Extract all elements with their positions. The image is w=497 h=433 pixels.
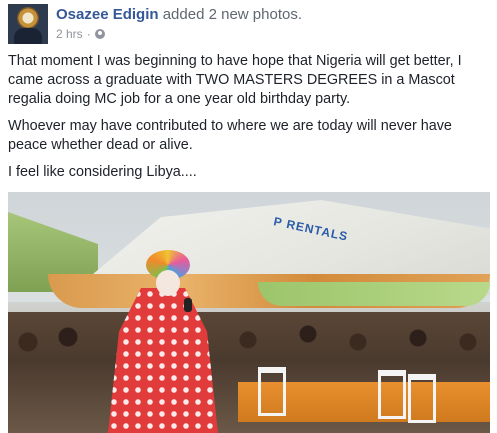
photo-chair (408, 374, 436, 423)
author-name-link[interactable]: Osazee Edigin (56, 6, 159, 23)
photo-chair (258, 367, 286, 416)
avatar[interactable] (8, 4, 48, 44)
meta-separator: · (86, 27, 91, 41)
post-title-line: Osazee Edigin added 2 new photos. (56, 6, 302, 23)
photo-chair (378, 370, 406, 419)
post-header: Osazee Edigin added 2 new photos. 2 hrs … (8, 4, 489, 44)
photo-clown-costume (108, 288, 218, 433)
post-action: added 2 new photos. (163, 6, 302, 23)
avatar-seal (17, 7, 39, 29)
timestamp-link[interactable]: 2 hrs (56, 27, 83, 41)
post-photo[interactable]: P RENTALS (8, 192, 490, 433)
post-paragraph-1: That moment I was beginning to have hope… (8, 53, 462, 107)
action-text[interactable]: added 2 new photos. (163, 6, 302, 23)
post-paragraph-2: Whoever may have contributed to where we… (8, 118, 452, 153)
post-meta: 2 hrs · (56, 27, 105, 41)
post-text: That moment I was beginning to have hope… (8, 52, 489, 190)
avatar-figure (14, 28, 42, 44)
post-paragraph-3: I feel like considering Libya.... (8, 164, 197, 180)
microphone-icon (184, 298, 192, 312)
photo-green-drape (258, 282, 490, 306)
globe-icon[interactable] (94, 29, 105, 39)
photo-clown-face (156, 270, 180, 296)
